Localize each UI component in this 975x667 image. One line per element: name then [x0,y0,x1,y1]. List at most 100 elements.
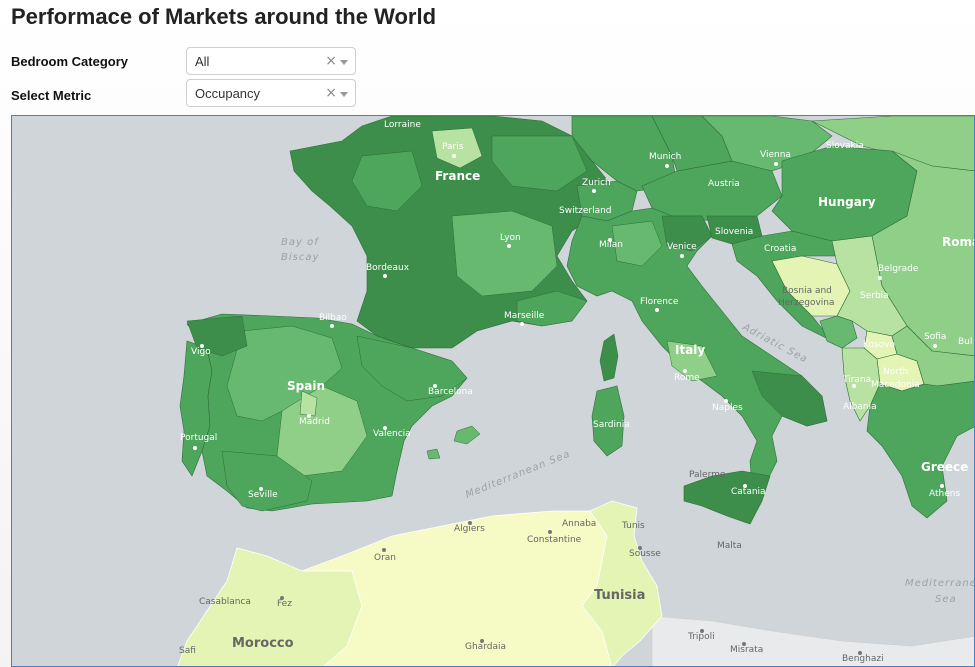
city-dot-marseille[interactable] [520,322,524,326]
greece-label: Greece [921,460,968,474]
city-dot-florence[interactable] [655,308,659,312]
city-dot-fez[interactable] [280,596,284,600]
slovenia-label: Slovenia [715,227,753,237]
bulgaria-label: Bul [958,337,972,347]
city-lorraine-label: Lorraine [384,120,421,130]
city-rome-label: Rome [674,373,700,383]
city-naples-label: Naples [712,403,743,413]
city-zurich-label: Zurich [582,178,611,188]
city-dot-constantine[interactable] [548,530,552,534]
city-misrata-label: Misrata [730,645,763,655]
serbia-label: Serbia [860,291,889,301]
city-dot-venice[interactable] [680,254,684,258]
city-athens-label: Athens [929,489,960,499]
bosnia-label-1: Bosnia and [782,286,832,296]
city-valencia-label: Valencia [373,429,411,439]
city-dot-belgrade[interactable] [878,276,882,280]
city-dot-vienna[interactable] [774,162,778,166]
map-canvas[interactable]: Bay of Biscay Adriatic Sea Mediterranean… [12,116,975,667]
city-dot-naples[interactable] [724,399,728,403]
city-bilbao-label: Bilbao [319,313,347,323]
city-sofia-label: Sofia [924,332,946,342]
city-oran-label: Oran [374,553,396,563]
north-macedonia-label-1: North [883,367,908,377]
city-constantine-label: Constantine [527,535,582,545]
city-dot-valencia[interactable] [383,426,387,430]
city-dot-misrata[interactable] [742,642,746,646]
city-barcelona-label: Barcelona [428,387,473,397]
city-tirana-label: Tirana [842,375,871,385]
mediterranean-east-label-1: Mediterranea [905,578,975,589]
city-dot-munich[interactable] [665,164,669,168]
city-dot-milan[interactable] [608,238,612,242]
city-palermo-label: Palermo [689,470,726,480]
city-benghazi-label: Benghazi [842,654,884,664]
city-dot-portugal[interactable] [193,446,197,450]
spain-label: Spain [287,379,325,393]
city-dot-sousse[interactable] [638,546,642,550]
city-dot-zurich[interactable] [592,189,596,193]
city-seville-label: Seville [248,490,278,500]
bedroom-category-label: Bedroom Category [11,54,129,69]
bedroom-clear-icon[interactable]: × [325,53,337,69]
city-sardinia-label: Sardinia [593,420,630,430]
city-madrid-label: Madrid [299,417,330,427]
city-dot-catania[interactable] [743,484,747,488]
austria-label: Austria [708,179,740,189]
city-dot-barcelona[interactable] [433,384,437,388]
city-sousse-label: Sousse [629,549,661,559]
city-vigo-label: Vigo [191,347,211,357]
france-label: France [435,169,480,183]
city-dot-sofia[interactable] [933,344,937,348]
city-dot-bilbao[interactable] [330,324,334,328]
tunisia-label: Tunisia [594,588,645,603]
city-dot-paris[interactable] [452,154,456,158]
mediterranean-east-label-2: Sea [935,594,957,605]
city-dot-vigo[interactable] [200,344,204,348]
italy-label: Italy [675,343,705,357]
city-bordeaux-label: Bordeaux [366,263,410,273]
metric-clear-icon[interactable]: × [325,85,337,101]
city-ghardaia-label: Ghardaia [465,642,506,652]
kosovo-label: Kosovo [863,340,895,350]
bay-of-biscay-label-1: Bay of [281,237,319,248]
city-vienna-label: Vienna [760,150,791,160]
bedroom-category-value: All [195,54,210,69]
city-lyon-label: Lyon [500,233,521,243]
city-munich-label: Munich [649,152,681,162]
romania-label: Roma [942,235,975,249]
hungary-label: Hungary [818,195,876,209]
city-dot-bordeaux[interactable] [383,274,387,278]
city-belgrade-label: Belgrade [878,264,919,274]
city-dot-madrid[interactable] [307,414,311,418]
portugal-label: Portugal [180,433,217,443]
city-dot-algiers[interactable] [468,521,472,525]
slovakia-label: Slovakia [826,141,864,151]
city-venice-label: Venice [667,242,697,252]
city-dot-rome[interactable] [683,369,687,373]
city-dot-oran[interactable] [382,548,386,552]
city-dot-seville[interactable] [259,487,263,491]
city-fez-label: Fez [277,599,292,609]
morocco-label: Morocco [232,636,294,651]
bedroom-category-select[interactable]: All × [186,47,356,75]
metric-value: Occupancy [195,86,261,101]
city-dot-tripoli[interactable] [700,629,704,633]
city-dot-benghazi[interactable] [858,651,862,655]
north-macedonia-label-2: Macedonia [871,380,920,390]
city-dot-ghardaia[interactable] [480,639,484,643]
city-dot-lyon[interactable] [507,244,511,248]
bosnia-label-2: Herzegovina [778,298,835,308]
metric-select[interactable]: Occupancy × [186,79,356,107]
city-catania-label: Catania [731,487,766,497]
city-dot-tirana[interactable] [852,384,856,388]
city-tunis-label: Tunis [621,521,645,531]
bedroom-chevron-down-icon[interactable] [340,60,348,65]
select-metric-label: Select Metric [11,88,92,103]
city-paris-label: Paris [442,142,464,152]
city-florence-label: Florence [640,297,679,307]
city-dot-athens[interactable] [940,484,944,488]
bay-of-biscay-label-2: Biscay [281,252,319,263]
choropleth-map[interactable]: Bay of Biscay Adriatic Sea Mediterranean… [11,115,975,667]
metric-chevron-down-icon[interactable] [340,92,348,97]
